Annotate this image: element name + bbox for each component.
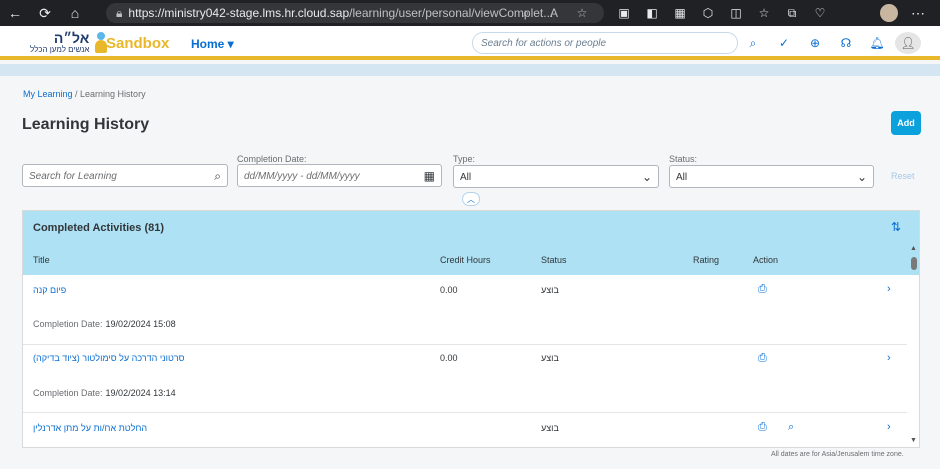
page-title: Learning History	[22, 116, 150, 133]
print-icon[interactable]: ⎙	[758, 421, 767, 434]
completion-date-value: 19/02/2024 13:14	[105, 388, 176, 398]
row-title-link[interactable]: סרטוני הדרכה על סימולטור (ציוד בדיקה)	[33, 353, 185, 363]
completion-date-row: Completion Date: 19/02/2024 15:08	[33, 319, 176, 329]
extension-icon[interactable]: ◧	[640, 3, 664, 23]
chevron-right-icon[interactable]: ›	[887, 283, 891, 295]
collections-icon[interactable]: ⧉	[780, 3, 804, 23]
reset-button[interactable]: Reset	[891, 171, 915, 181]
read-aloud-icon[interactable]: A	[543, 3, 565, 23]
status-value: All	[676, 172, 688, 183]
collapse-filters-button[interactable]: ︿	[462, 192, 480, 206]
status-label: Status:	[669, 154, 698, 164]
company-logo[interactable]: אל״ה אנשים למען הכלל	[30, 31, 109, 54]
header-band	[0, 64, 940, 76]
column-status[interactable]: Status	[541, 255, 567, 265]
row-divider	[23, 412, 907, 413]
logo-sub-text: אנשים למען הכלל	[30, 45, 90, 54]
extension-icon[interactable]: ▦	[668, 3, 692, 23]
status-select[interactable]: All ⌄	[669, 165, 874, 188]
type-label: Type:	[453, 154, 476, 164]
completion-date-value: 19/02/2024 15:08	[105, 319, 176, 329]
split-screen-icon[interactable]: ◫	[724, 3, 748, 23]
row-status: בוצע	[541, 423, 559, 433]
chevron-down-icon: ⌄	[641, 170, 652, 184]
row-title-link[interactable]: פיום קנה	[33, 285, 66, 295]
zoom-icon[interactable]: ⌕	[515, 3, 537, 23]
type-select[interactable]: All ⌄	[453, 165, 659, 188]
search-placeholder: Search for Learning	[29, 171, 117, 182]
shell-header: אל״ה אנשים למען הכלל Sandbox Home ▾ Sear…	[0, 26, 940, 60]
breadcrumb-current: / Learning History	[72, 89, 146, 99]
add-button[interactable]: Add	[891, 111, 921, 135]
extension-icon[interactable]: ▣	[612, 3, 636, 23]
row-status: בוצע	[541, 353, 559, 363]
row-title-link[interactable]: החלטת אח/ות על מתן אדרנלין	[33, 423, 147, 433]
calendar-icon[interactable]: ▦	[424, 169, 435, 183]
home-menu-button[interactable]: Home ▾	[191, 37, 234, 51]
sandbox-label: Sandbox	[106, 35, 170, 52]
favorites-icon[interactable]: ☆	[752, 3, 776, 23]
breadcrumb: My Learning / Learning History	[23, 89, 146, 99]
row-credit-hours: 0.00	[440, 285, 458, 295]
breadcrumb-my-learning[interactable]: My Learning	[23, 89, 73, 99]
column-credit-hours[interactable]: Credit Hours	[440, 255, 491, 265]
back-icon[interactable]: ←	[0, 0, 30, 26]
favorite-star-icon[interactable]: ☆	[571, 3, 593, 23]
search-icon[interactable]: ⌕	[214, 169, 221, 184]
more-icon[interactable]: ⋯	[906, 3, 930, 23]
url-host: https://ministry042-stage.lms.hr.cloud.s…	[128, 6, 350, 20]
reload-icon[interactable]: ⟳	[30, 0, 60, 26]
scrollbar-thumb[interactable]	[911, 257, 917, 270]
logo-main-text: אל״ה	[53, 30, 90, 46]
profile-avatar[interactable]	[880, 4, 898, 22]
chevron-up-icon: ︿	[467, 194, 475, 204]
user-avatar-icon[interactable]: 👤︎	[895, 32, 921, 54]
completion-date-label: Completion Date:	[33, 319, 103, 329]
approvals-check-icon[interactable]: ✓	[771, 32, 797, 54]
lock-icon: 🔒︎	[116, 5, 123, 20]
print-icon[interactable]: ⎙	[758, 283, 767, 296]
chevron-down-icon: ⌄	[856, 170, 867, 184]
type-value: All	[460, 172, 472, 183]
completion-date-label: Completion Date:	[237, 154, 307, 164]
completed-activities-table: Completed Activities (81) ⇅ Title Credit…	[22, 210, 920, 448]
column-title[interactable]: Title	[33, 255, 50, 265]
home-icon[interactable]: ⌂	[60, 0, 90, 26]
shell-search-input[interactable]: Search for actions or people	[472, 32, 738, 54]
completion-date-row: Completion Date: 19/02/2024 13:14	[33, 388, 176, 398]
row-divider	[23, 344, 907, 345]
completion-date-label: Completion Date:	[33, 388, 103, 398]
extension-icon[interactable]: ⬡	[696, 3, 720, 23]
chevron-right-icon[interactable]: ›	[887, 352, 891, 364]
learning-icon[interactable]: ⊕	[802, 32, 828, 54]
certificate-search-icon[interactable]: ⌕	[788, 421, 794, 434]
row-credit-hours: 0.00	[440, 353, 458, 363]
column-rating[interactable]: Rating	[693, 255, 719, 265]
learning-search-input[interactable]: Search for Learning ⌕	[22, 164, 228, 187]
row-status: בוצע	[541, 285, 559, 295]
scroll-up-arrow[interactable]: ▲	[910, 245, 917, 252]
timezone-note: All dates are for Asia/Jerusalem time zo…	[771, 451, 904, 458]
notifications-bell-icon[interactable]: 🔔︎	[864, 32, 890, 54]
column-action: Action	[753, 255, 779, 265]
completion-date-field[interactable]: dd/MM/yyyy - dd/MM/yyyy ▦	[237, 164, 442, 187]
support-headset-icon[interactable]: ☊	[833, 32, 859, 54]
table-header: Completed Activities (81) ⇅ Title Credit…	[23, 211, 919, 275]
browser-essentials-icon[interactable]: ♡	[808, 3, 832, 23]
chevron-right-icon[interactable]: ›	[887, 421, 891, 433]
table-title: Completed Activities (81)	[33, 222, 165, 234]
scroll-down-arrow[interactable]: ▼	[910, 437, 917, 444]
print-icon[interactable]: ⎙	[758, 352, 767, 365]
date-placeholder: dd/MM/yyyy - dd/MM/yyyy	[244, 171, 360, 182]
search-icon[interactable]: ⌕	[740, 32, 766, 54]
sort-icon[interactable]: ⇅	[891, 220, 901, 234]
